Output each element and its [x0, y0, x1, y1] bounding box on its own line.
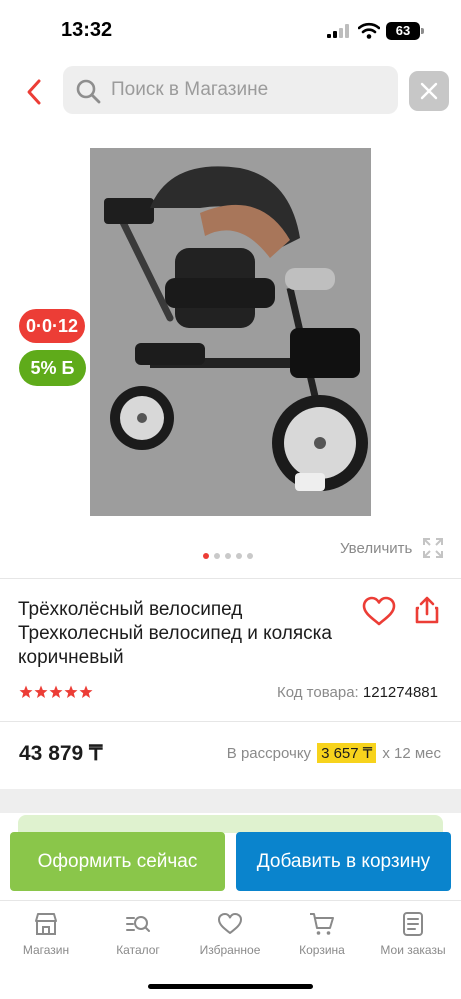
tab-label: Избранное — [199, 943, 261, 957]
tab-store[interactable]: Магазин — [1, 911, 91, 957]
installment-prefix: В рассрочку — [226, 744, 312, 762]
product-title: Трёхколёсный велосипед Трехколесный вело… — [18, 599, 332, 668]
search-icon — [76, 79, 101, 104]
bonus-badge: 5% Б — [19, 350, 86, 386]
expand-icon — [423, 538, 444, 558]
tab-catalog[interactable]: Каталог — [93, 911, 183, 957]
divider — [0, 578, 461, 579]
zoom-label: Увеличить — [340, 539, 413, 557]
share-icon[interactable] — [413, 595, 441, 625]
back-button[interactable] — [14, 72, 54, 112]
pagination-dot[interactable] — [225, 553, 231, 559]
tricycle-photo — [90, 148, 371, 516]
price: 43 879 ₸ — [19, 742, 103, 765]
pagination-dot[interactable] — [203, 553, 209, 559]
wifi-icon — [358, 22, 380, 39]
star-icon — [64, 685, 78, 698]
installment-badge: 0·0·12 — [19, 309, 85, 343]
tab-favorites[interactable]: Избранное — [185, 911, 275, 957]
clear-search-button[interactable] — [409, 71, 449, 111]
divider — [0, 721, 461, 722]
product-code-value: 121274881 — [362, 684, 438, 701]
battery-icon: 63 — [386, 22, 420, 40]
pagination-dot[interactable] — [236, 553, 242, 559]
store-icon — [35, 913, 57, 935]
star-icon — [19, 685, 33, 698]
product-image[interactable] — [90, 148, 371, 516]
tab-label: Мои заказы — [380, 943, 446, 957]
home-indicator — [148, 984, 313, 989]
add-to-cart-button[interactable]: Добавить в корзину — [236, 832, 451, 891]
tab-label: Магазин — [22, 943, 70, 957]
product-code-label: Код товара: — [277, 684, 359, 701]
search-box[interactable] — [63, 66, 398, 114]
tab-label: Корзина — [299, 943, 345, 957]
signal-icon — [327, 24, 349, 38]
checkout-now-button[interactable]: Оформить сейчас — [10, 832, 225, 891]
tab-my-orders[interactable]: Мои заказы — [368, 911, 458, 957]
catalog-icon — [126, 916, 150, 932]
heart-icon — [218, 913, 242, 934]
search-header — [0, 62, 461, 120]
installment-info[interactable]: В рассрочку 3 657 ₸ х 12 мес — [227, 743, 441, 763]
gallery-pagination — [203, 553, 253, 561]
back-arrow-icon — [27, 79, 41, 105]
star-icon — [34, 685, 48, 698]
tab-label: Каталог — [116, 943, 160, 957]
installment-amount: 3 657 ₸ — [317, 743, 377, 763]
close-icon — [420, 82, 438, 100]
tab-cart[interactable]: Корзина — [277, 911, 367, 957]
product-code: Код товара: 121274881 — [277, 684, 438, 701]
promo-banner-edge — [18, 815, 443, 833]
star-icon — [79, 685, 93, 698]
status-time: 13:32 — [61, 19, 113, 41]
pagination-dot[interactable] — [247, 553, 253, 559]
favorite-heart-icon[interactable] — [362, 596, 396, 626]
battery-tip — [421, 28, 424, 34]
cart-icon — [310, 913, 334, 935]
section-separator — [0, 789, 461, 813]
star-icon — [49, 685, 63, 698]
zoom-button[interactable]: Увеличить — [340, 536, 444, 560]
rating-stars[interactable] — [19, 685, 93, 699]
orders-icon — [403, 912, 423, 936]
status-bar: 13:32 63 — [0, 0, 461, 62]
pagination-dot[interactable] — [214, 553, 220, 559]
installment-suffix: х 12 мес — [382, 744, 441, 762]
search-input[interactable] — [111, 66, 391, 114]
